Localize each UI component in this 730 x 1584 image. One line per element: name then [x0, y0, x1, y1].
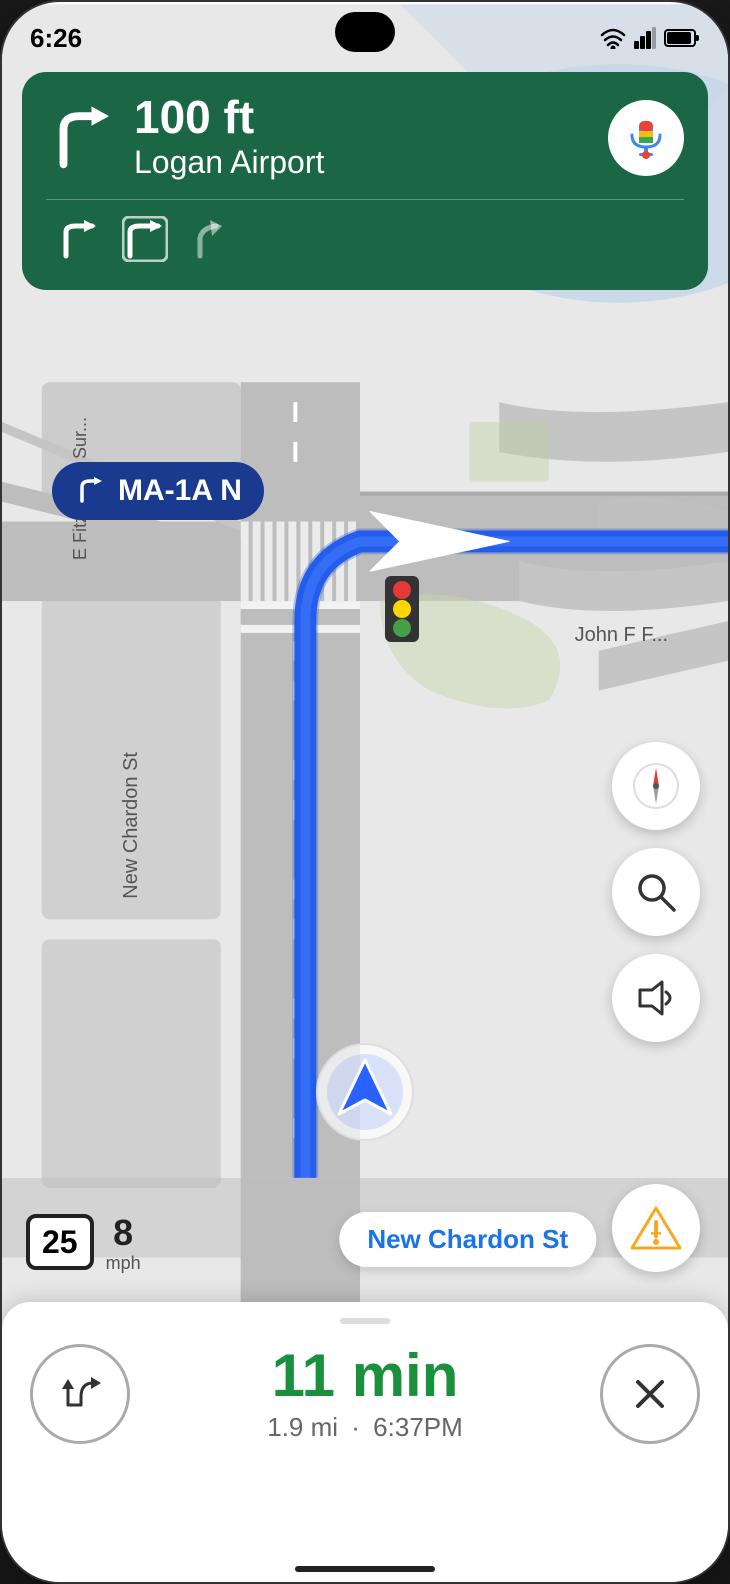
trip-info: 11 min 1.9 mi · 6:37PM [267, 1346, 463, 1443]
nav-destination: Logan Airport [134, 144, 324, 181]
nav-lanes [46, 199, 684, 262]
nav-banner: 100 ft Logan Airport [22, 72, 708, 290]
close-button[interactable] [600, 1344, 700, 1444]
home-indicator [295, 1566, 435, 1572]
warning-button[interactable]: + [612, 1184, 700, 1272]
speed-unit: mph [106, 1254, 141, 1272]
trip-distance: 1.9 mi [267, 1412, 338, 1442]
status-icons [600, 27, 700, 49]
mic-icon [625, 117, 667, 159]
compass-button[interactable] [612, 742, 700, 830]
speed-display: 25 25 8 mph [26, 1212, 141, 1272]
traffic-light [377, 574, 427, 634]
status-notch [335, 12, 395, 52]
close-icon [628, 1372, 672, 1416]
trip-time: 11 min [267, 1346, 463, 1406]
audio-icon [634, 976, 678, 1020]
drawer-handle[interactable] [340, 1318, 390, 1324]
trip-eta: 6:37PM [373, 1412, 463, 1442]
trip-dot-separator: · [351, 1412, 360, 1442]
lane-2 [122, 216, 168, 262]
svg-text:+: + [650, 1223, 662, 1245]
route-label-text: MA-1A N [118, 474, 242, 508]
current-street-text: New Chardon St [367, 1224, 568, 1254]
current-location-marker [315, 1042, 415, 1142]
warning-icon: + [630, 1204, 682, 1252]
route-label[interactable]: MA-1A N [52, 462, 264, 520]
speed-limit-number: 25 [42, 1226, 78, 1258]
bottom-drawer: 11 min 1.9 mi · 6:37PM [2, 1302, 728, 1582]
current-street-pill[interactable]: New Chardon St [339, 1212, 596, 1267]
battery-icon [664, 28, 700, 48]
speed-limit-display: 25 [26, 1214, 94, 1270]
trip-details: 1.9 mi · 6:37PM [267, 1412, 463, 1443]
wifi-icon [600, 27, 626, 49]
speed-number: 8 [113, 1212, 133, 1254]
status-time: 6:26 [30, 23, 82, 54]
search-button[interactable] [612, 848, 700, 936]
phone-frame: MA-1A N New Chardon St E Fitzgerald Sur.… [0, 0, 730, 1584]
audio-button[interactable] [612, 954, 700, 1042]
lane-3 [188, 216, 234, 262]
routes-button[interactable] [30, 1344, 130, 1444]
routes-icon [53, 1367, 107, 1421]
compass-icon [632, 762, 680, 810]
nav-distance: 100 ft [134, 94, 324, 140]
signal-icon [634, 27, 656, 49]
search-icon [634, 870, 678, 914]
nav-buttons [612, 742, 700, 1042]
street-label-chardon: New Chardon St [120, 752, 143, 899]
current-speed: 8 mph [106, 1212, 141, 1272]
nav-turn-arrow [46, 103, 116, 173]
street-label-john: John F F... [575, 624, 668, 647]
status-bar: 6:26 [2, 2, 728, 62]
drawer-content: 11 min 1.9 mi · 6:37PM [30, 1344, 700, 1444]
turn-right-icon [74, 475, 106, 507]
lane-1 [56, 216, 102, 262]
mic-button[interactable] [608, 100, 684, 176]
